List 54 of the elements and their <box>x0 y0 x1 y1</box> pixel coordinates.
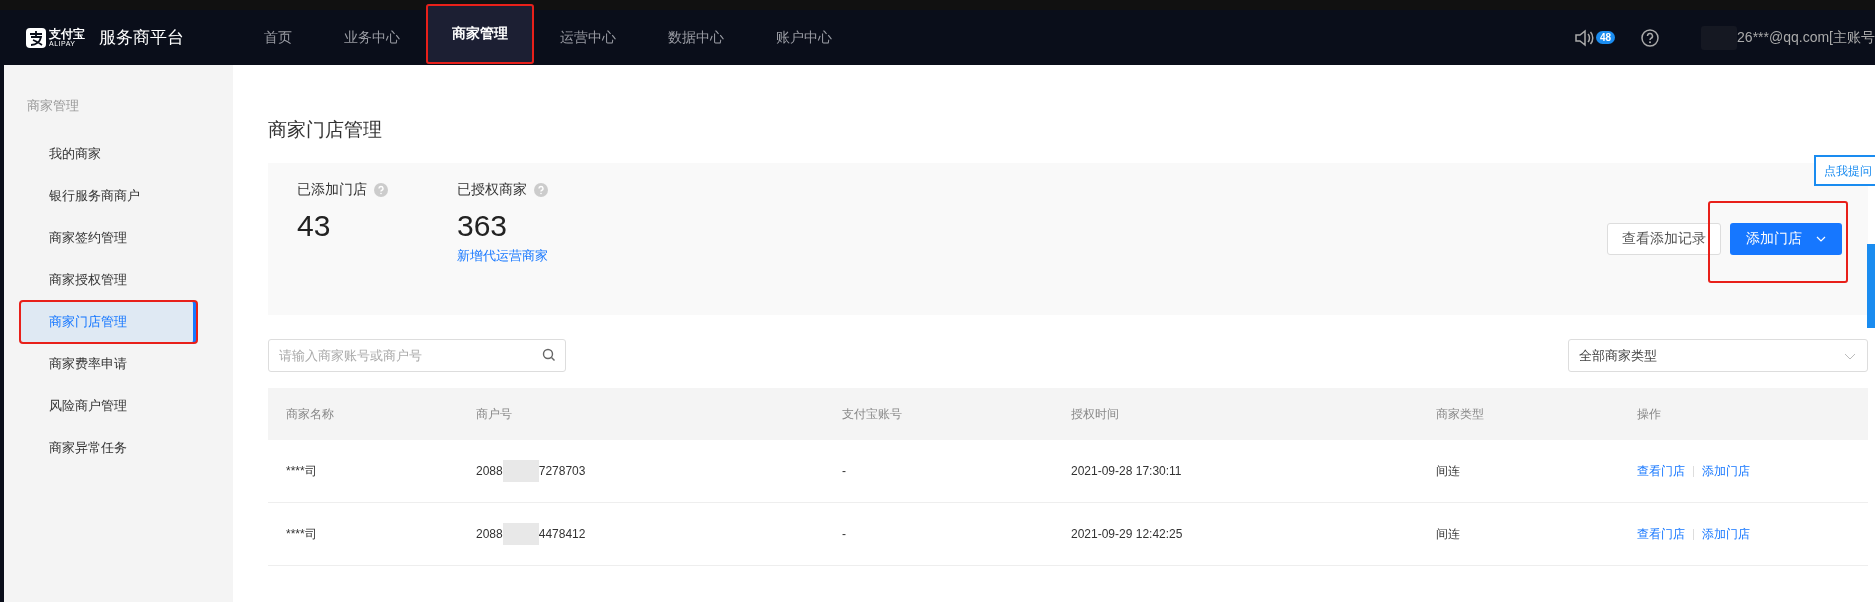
speaker-icon[interactable] <box>1573 28 1594 47</box>
row-action-link[interactable]: 添加门店 <box>1702 525 1750 543</box>
row-action-link[interactable]: 查看门店 <box>1637 525 1685 543</box>
sidebar-item[interactable]: 银行服务商商户 <box>4 175 233 217</box>
column-header: 商家名称 <box>268 388 458 440</box>
sidebar-item[interactable]: 商家授权管理 <box>4 259 233 301</box>
sidebar-item[interactable]: 商家费率申请 <box>4 343 233 385</box>
search-field[interactable]: 请输入商家账号或商户号 <box>268 339 566 372</box>
view-records-button[interactable]: 查看添加记录 <box>1607 223 1721 255</box>
nav-tab[interactable]: 数据中心 <box>642 10 750 65</box>
column-header: 商户号 <box>458 388 824 440</box>
stat-value: 43 <box>297 209 332 243</box>
sidebar-item[interactable]: 我的商家 <box>4 133 233 175</box>
column-header: 支付宝账号 <box>824 388 1053 440</box>
merchant-number: 4478412 <box>538 527 586 541</box>
stat-label: 已添加门店 <box>297 181 367 199</box>
column-header: 授权时间 <box>1053 388 1418 440</box>
add-merchant-link[interactable]: 新增代运营商家 <box>457 247 617 265</box>
table-cell: 间连 <box>1418 440 1619 503</box>
merchant-number: 2088 <box>476 464 503 478</box>
page-title: 商家门店管理 <box>268 118 383 142</box>
account-name[interactable]: 26***@qq.com[主账号 <box>1737 28 1875 47</box>
add-store-button[interactable]: 添加门店 <box>1730 223 1842 255</box>
notification-count: 48 <box>1595 31 1616 44</box>
table-cell: - <box>824 440 1053 503</box>
merchant-number: 7278703 <box>538 464 586 478</box>
sidebar-group-label: 商家管理 <box>26 97 80 115</box>
table-cell: ****司 <box>268 502 458 566</box>
merchant-number: 2088 <box>476 527 503 541</box>
table-cell: ****司 <box>268 440 458 503</box>
column-header: 商家类型 <box>1418 388 1619 440</box>
sidebar-item[interactable]: 商家门店管理 <box>20 301 197 343</box>
column-header: 操作 <box>1619 388 1868 440</box>
help-tab[interactable]: 点我提问 <box>1814 155 1875 186</box>
nav-tab[interactable]: 运营中心 <box>534 10 642 65</box>
row-action-link[interactable]: 查看门店 <box>1637 462 1685 480</box>
table-cell: - <box>824 502 1053 566</box>
table-cell: 2021-09-29 12:42:25 <box>1053 502 1418 566</box>
stat-value: 363 <box>457 209 509 243</box>
platform-title: 服务商平台 <box>99 27 184 49</box>
row-action-link[interactable]: 添加门店 <box>1702 462 1750 480</box>
nav-tab[interactable]: 业务中心 <box>318 10 426 65</box>
sidebar-item[interactable]: 商家异常任务 <box>4 427 233 469</box>
stat-label: 已授权商家 <box>457 181 527 199</box>
sidebar-item[interactable]: 商家签约管理 <box>4 217 233 259</box>
nav-tab[interactable]: 商家管理 <box>426 4 534 64</box>
nav-tab[interactable]: 首页 <box>238 10 318 65</box>
help-icon[interactable] <box>1641 28 1660 47</box>
table-cell: 间连 <box>1418 502 1619 566</box>
type-dropdown[interactable]: 全部商家类型 <box>1568 339 1868 372</box>
table-cell: 2021-09-28 17:30:11 <box>1053 440 1418 503</box>
nav-tab[interactable]: 账户中心 <box>750 10 858 65</box>
sidebar-item[interactable]: 风险商户管理 <box>4 385 233 427</box>
search-icon[interactable] <box>542 348 556 362</box>
